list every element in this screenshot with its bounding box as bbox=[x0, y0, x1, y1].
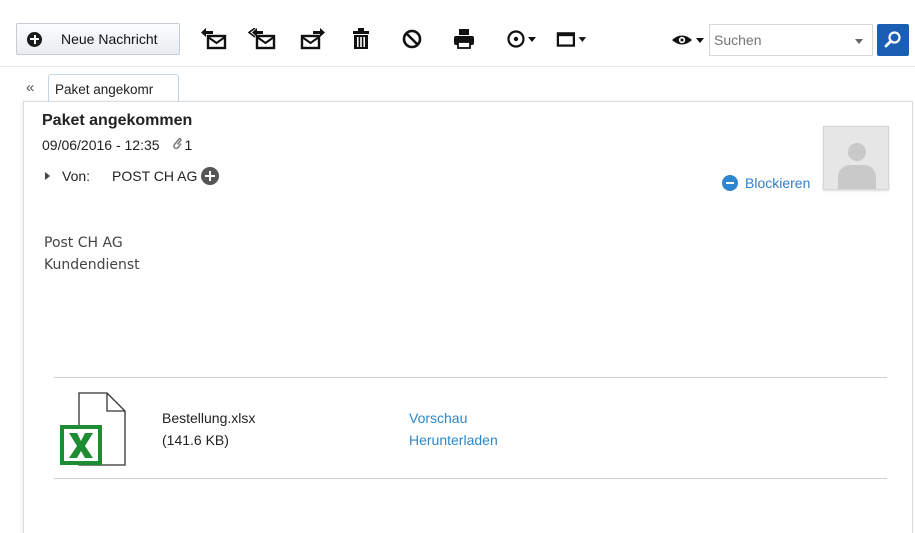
expand-details-icon[interactable] bbox=[45, 172, 50, 180]
new-message-label: Neue Nachricht bbox=[61, 31, 158, 47]
toolbar-divider bbox=[0, 66, 915, 67]
add-contact-icon[interactable] bbox=[201, 167, 220, 185]
download-link[interactable]: Herunterladen bbox=[409, 432, 498, 448]
from-label: Von: bbox=[62, 168, 91, 184]
tab-label: Paket angekomr bbox=[55, 82, 154, 97]
search-dropdown-button[interactable] bbox=[847, 24, 873, 56]
eye-icon[interactable] bbox=[671, 30, 709, 50]
sender-name[interactable]: POST CH AG bbox=[112, 168, 197, 184]
attachment-divider-top bbox=[54, 377, 887, 378]
preview-link[interactable]: Vorschau bbox=[409, 410, 467, 426]
from-row: Von: POST CH AG bbox=[42, 166, 220, 186]
search-button[interactable] bbox=[877, 24, 909, 56]
message-date: 09/06/2016 - 12:35 bbox=[42, 137, 160, 153]
avatar-head bbox=[848, 143, 866, 161]
paperclip-icon bbox=[172, 137, 182, 153]
block-label: Blockieren bbox=[745, 175, 811, 191]
search-bar bbox=[671, 24, 915, 56]
attachment-divider-bottom bbox=[54, 478, 887, 479]
message-body: Post CH AG Kundendienst bbox=[44, 232, 140, 276]
forward-icon[interactable] bbox=[297, 27, 329, 51]
new-message-button[interactable]: Neue Nachricht bbox=[16, 23, 180, 55]
print-icon[interactable] bbox=[448, 27, 480, 51]
more-actions-icon[interactable] bbox=[506, 27, 538, 51]
excel-file-icon[interactable] bbox=[57, 391, 127, 469]
attachment-count: 1 bbox=[184, 137, 193, 153]
attachment-name[interactable]: Bestellung.xlsx bbox=[162, 410, 255, 426]
collapse-panel-icon[interactable]: « bbox=[26, 79, 34, 96]
avatar bbox=[823, 126, 889, 190]
magnifier-icon bbox=[884, 31, 901, 48]
block-sender-button[interactable]: Blockieren bbox=[722, 175, 810, 191]
view-options-icon[interactable] bbox=[556, 27, 588, 51]
message-subject: Paket angekommen bbox=[42, 112, 193, 129]
minus-circle-icon bbox=[722, 175, 738, 191]
tab-message[interactable]: Paket angekomr bbox=[48, 74, 179, 102]
body-line: Kundendienst bbox=[44, 257, 140, 273]
reply-icon[interactable] bbox=[199, 27, 231, 51]
message-meta: 09/06/2016 - 12:35 1 bbox=[42, 137, 192, 153]
attachment-size: (141.6 KB) bbox=[162, 432, 229, 448]
delete-icon[interactable] bbox=[345, 27, 377, 51]
search-input[interactable] bbox=[709, 24, 847, 56]
plus-icon bbox=[27, 31, 42, 47]
spam-block-icon[interactable] bbox=[396, 27, 428, 51]
body-line: Post CH AG bbox=[44, 235, 123, 251]
avatar-body bbox=[838, 165, 876, 189]
reply-all-icon[interactable] bbox=[247, 27, 279, 51]
